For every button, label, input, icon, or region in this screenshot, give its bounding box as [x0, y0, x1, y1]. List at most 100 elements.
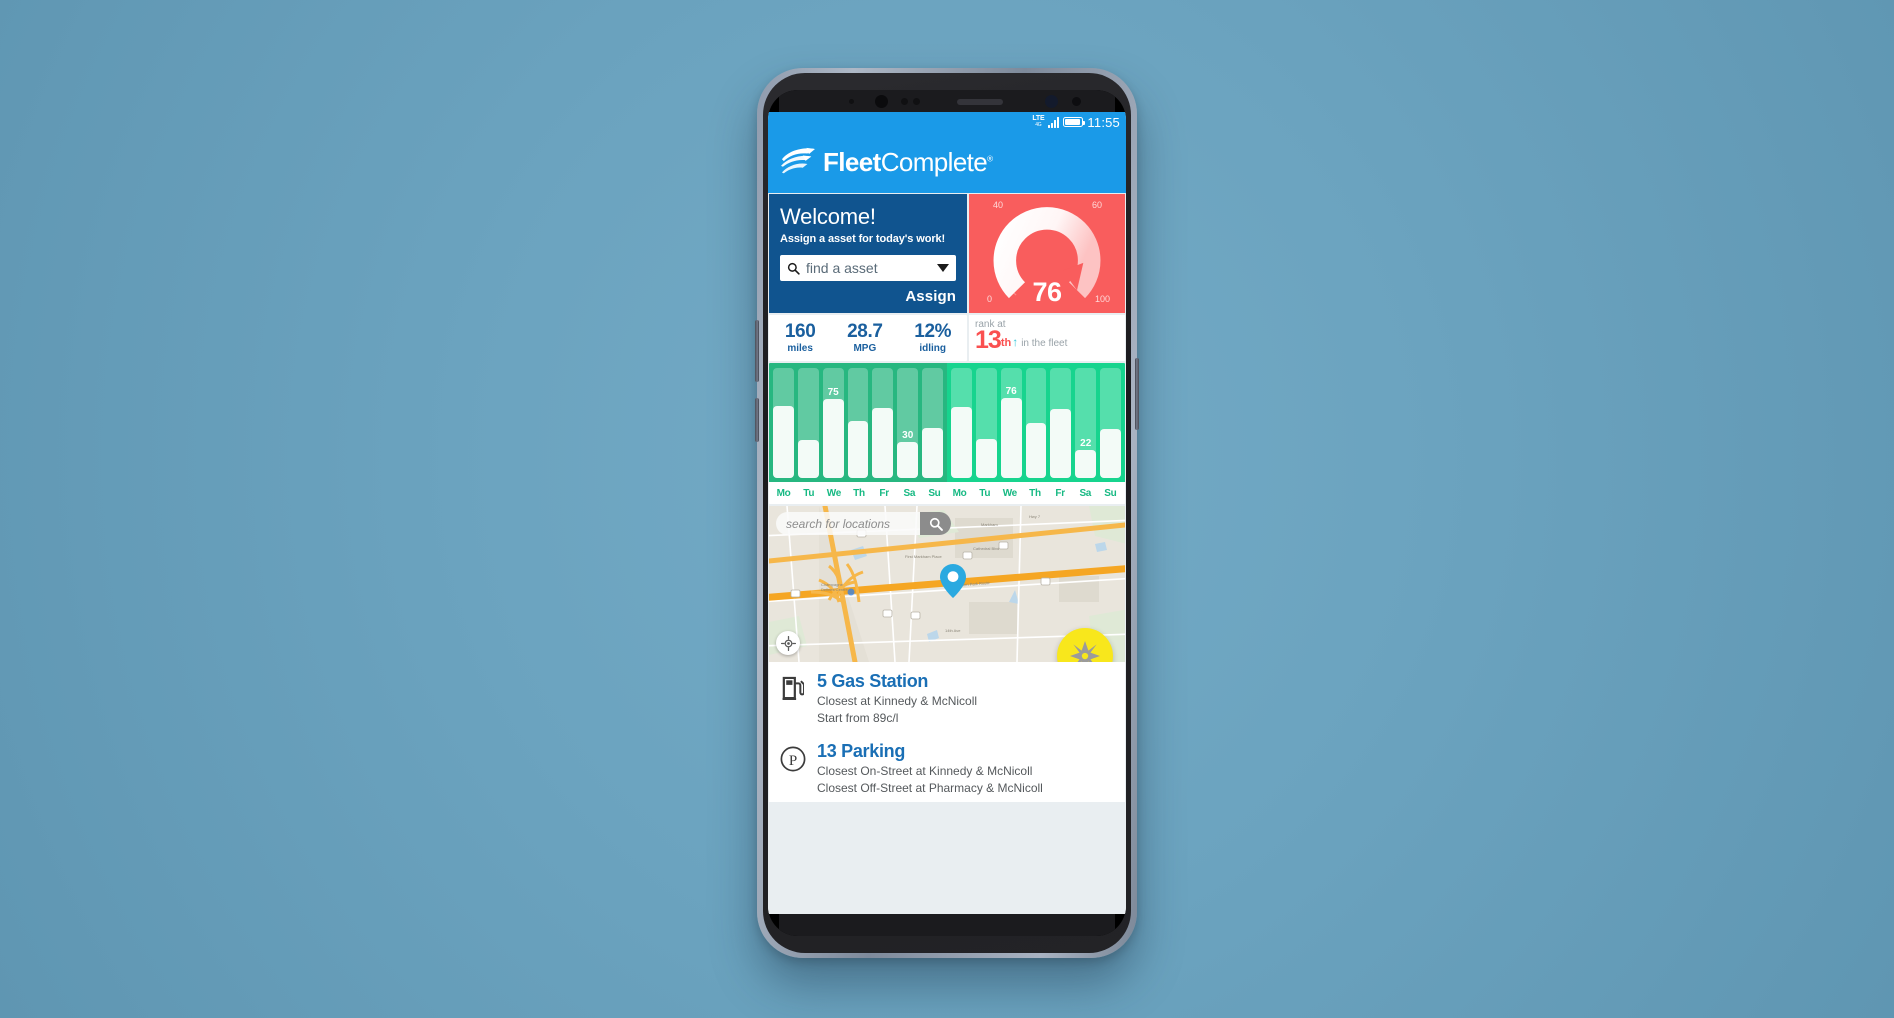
svg-text:14th Ave: 14th Ave	[945, 628, 961, 633]
light-sensor-icon	[901, 98, 908, 105]
iris-scanner-icon	[875, 95, 888, 108]
trip-stats-card: 160 miles 28.7 MPG 12% idling	[769, 315, 967, 361]
map-search-field[interactable]: search for locations	[776, 512, 951, 535]
stat-mpg-label: MPG	[853, 343, 877, 354]
chart-bar-fill	[847, 421, 869, 478]
chart-bar	[951, 368, 972, 478]
stat-idling-label: idling	[919, 343, 947, 354]
chart-day-label: Su	[1104, 487, 1117, 499]
chart-bar-value: 76	[1005, 385, 1017, 397]
volume-up-button[interactable]	[755, 320, 759, 382]
lte-icon: LTE 4G	[1032, 115, 1044, 129]
chart-bar-fill	[897, 442, 919, 478]
svg-text:Hwy 7: Hwy 7	[1029, 514, 1041, 519]
chart-bar	[1100, 368, 1122, 478]
gas-pump-icon	[779, 671, 807, 700]
rank-value-row: 13 th ↑ in the fleet	[975, 328, 1119, 353]
chevron-down-icon[interactable]	[937, 264, 949, 272]
svg-text:Defines Centre: Defines Centre	[821, 587, 848, 592]
my-location-button[interactable]	[776, 631, 800, 655]
stat-miles-value: 160	[784, 321, 816, 342]
chart-bar	[847, 368, 869, 478]
parking-icon: P	[779, 741, 807, 772]
asset-search-field[interactable]: find a asset	[780, 255, 956, 281]
my-location-icon	[780, 635, 796, 651]
status-bar: LTE 4G 11:55	[768, 112, 1126, 132]
chart-bar	[797, 368, 819, 478]
stat-miles-label: miles	[787, 343, 813, 354]
phone-top-bezel	[779, 90, 1115, 112]
score-gauge-card: 40 60 0 100 76	[969, 194, 1125, 313]
chart-bar	[1025, 368, 1047, 478]
svg-text:Markham: Markham	[981, 522, 998, 527]
chart-bar: 76	[1000, 368, 1022, 478]
lte-sub-label: 4G	[1035, 122, 1042, 128]
stat-idling: 12% idling	[914, 322, 951, 354]
svg-text:Cathedral Blvd: Cathedral Blvd	[973, 546, 999, 551]
chart-day-label: Su	[928, 487, 941, 499]
chart-bar	[975, 368, 997, 478]
status-clock: 11:55	[1087, 114, 1120, 130]
chart-day-labels: Mo Tu We Th Fr Sa Su Mo Tu We Th Fr Sa Su	[769, 482, 1125, 504]
svg-text:P: P	[789, 753, 797, 769]
chart-bar-value: 30	[902, 430, 914, 442]
proximity-sensor-icon	[849, 99, 854, 104]
list-item[interactable]: P 13 Parking Closest On-Street at Kinned…	[769, 732, 1125, 802]
chart-day-label: Sa	[903, 487, 916, 499]
chart-day-label: Th	[1029, 487, 1041, 499]
rank-ordinal: th	[1000, 337, 1012, 349]
stat-mpg-value: 28.7	[847, 321, 883, 342]
svg-text:First Markham Place: First Markham Place	[905, 554, 942, 559]
rank-suffix: in the fleet	[1021, 338, 1068, 349]
chart-bar-fill	[773, 405, 794, 478]
chart-bar-value: 75	[827, 386, 839, 398]
welcome-subtitle: Assign a asset for today's work!	[780, 233, 946, 245]
brand-name-bold: Fleet	[823, 147, 881, 177]
phone-bottom-bezel	[779, 914, 1115, 936]
earpiece-speaker	[957, 99, 1003, 105]
chart-bar: 30	[897, 368, 919, 478]
chart-plot: 75 30 76 22	[769, 363, 1125, 482]
brand-name-light: Complete	[880, 147, 988, 177]
welcome-card: Welcome! Assign a asset for today's work…	[769, 194, 967, 313]
welcome-title: Welcome!	[780, 204, 876, 229]
chart-bar-fill	[1075, 450, 1097, 478]
map-search-button[interactable]	[920, 512, 951, 535]
list-item[interactable]: 5 Gas Station Closest at Kinnedy & McNic…	[769, 662, 1125, 732]
front-camera-icon	[1045, 95, 1058, 108]
chart-day-label: Th	[853, 487, 865, 499]
stat-miles: 160 miles	[785, 322, 816, 354]
chart-day-label: Mo	[952, 487, 967, 499]
chart-bar-fill	[872, 407, 894, 478]
weekly-activity-chart: 75 30 76 22 Mo Tu We Th Fr Sa Su Mo Tu We Th Fr Sa Su	[769, 363, 1125, 504]
map-pin-icon	[940, 564, 966, 603]
list-item-subtitle-2: Start from 89c/l	[817, 711, 899, 725]
gauge-value: 76	[1032, 276, 1062, 307]
list-item-subtitle-1: Closest at Kinnedy & McNicoll	[817, 694, 978, 708]
fleetcomplete-swoosh-logo	[781, 147, 815, 173]
assign-button[interactable]: Assign	[780, 288, 956, 305]
chart-day-label: Sa	[1079, 487, 1092, 499]
volume-down-button[interactable]	[755, 398, 759, 442]
chart-bar	[872, 368, 894, 478]
top-row: Welcome! Assign a asset for today's work…	[768, 193, 1126, 313]
map-card[interactable]: First Markham Place Champagne Defines Ce…	[769, 506, 1125, 662]
stats-row: 160 miles 28.7 MPG 12% idling rank at 13…	[768, 313, 1126, 361]
chart-bar-fill	[975, 439, 997, 478]
list-item-body: 13 Parking Closest On-Street at Kinnedy …	[817, 741, 1115, 796]
search-icon	[929, 517, 943, 531]
chart-day-label: Fr	[1055, 487, 1065, 499]
app-header: FleetComplete®	[768, 132, 1126, 193]
list-item-subtitle-2: Closest Off-Street at Pharmacy & McNicol…	[817, 781, 1043, 795]
phone-screen-area: LTE 4G 11:55 FleetComplete® Welcome! Ass…	[768, 90, 1126, 936]
chart-bar	[922, 368, 944, 478]
arrow-up-icon: ↑	[1012, 335, 1019, 349]
list-item-body: 5 Gas Station Closest at Kinnedy & McNic…	[817, 671, 1115, 726]
chart-day-label: We	[1002, 487, 1018, 499]
chart-bar-value: 22	[1080, 438, 1092, 450]
chart-bar-fill	[922, 427, 944, 478]
gauge: 40 60 0 100 76	[987, 200, 1110, 307]
chart-bar-fill	[1025, 423, 1047, 478]
map-search-placeholder: search for locations	[786, 516, 891, 531]
power-button[interactable]	[1135, 358, 1139, 430]
